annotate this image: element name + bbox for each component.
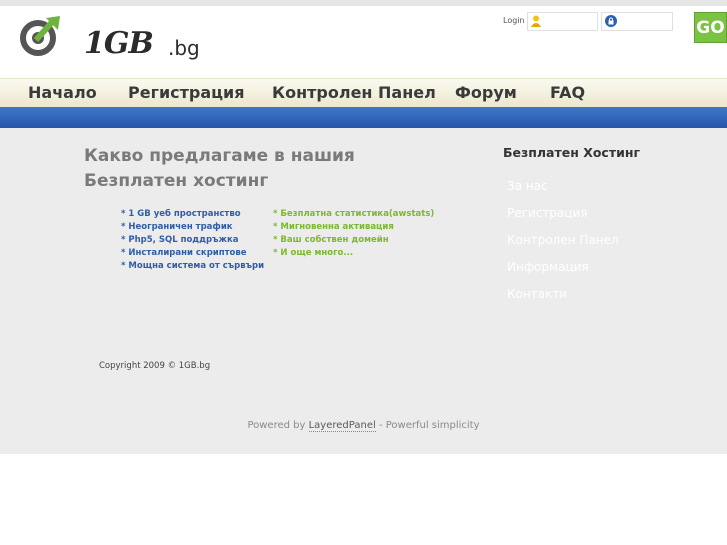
- sidebar-link-control-panel[interactable]: Контролен Панел: [507, 233, 619, 247]
- headline-line-2: Безплатен хостинг: [84, 171, 269, 191]
- feature-item: * 1 GB уеб пространство: [121, 209, 241, 219]
- footer-prefix: Powered by: [247, 420, 306, 431]
- password-field[interactable]: [601, 12, 673, 31]
- headline-line-1: Какво предлагаме в нашия: [84, 146, 355, 166]
- main-content: Какво предлагаме в нашия Безплатен хости…: [0, 128, 727, 454]
- nav-item-faq[interactable]: FAQ: [550, 83, 585, 102]
- site-logo[interactable]: 1GB .bg: [20, 14, 200, 61]
- blue-divider-bar: [0, 107, 727, 128]
- site-header: 1GB .bg Login GO: [0, 6, 727, 78]
- nav-item-control-panel[interactable]: Контролен Панел: [272, 83, 436, 102]
- lock-icon: [605, 15, 617, 27]
- main-nav: Начало Регистрация Контролен Панел Форум…: [0, 78, 727, 107]
- logo-text: 1GB: [84, 26, 154, 61]
- footer-layeredpanel-link[interactable]: LayeredPanel: [308, 420, 376, 432]
- logo-tld: .bg: [168, 36, 200, 60]
- nav-item-home[interactable]: Начало: [28, 83, 97, 102]
- feature-item: * Мощна система от сървъри: [121, 261, 265, 271]
- sidebar-link-contacts[interactable]: Контакти: [507, 287, 567, 301]
- feature-item: * Мигновенна активация: [273, 222, 394, 232]
- feature-item: * Php5, SQL поддръжка: [121, 235, 239, 245]
- sidebar-link-info[interactable]: Информация: [507, 260, 589, 274]
- user-icon: [531, 15, 541, 27]
- feature-item: * Инсталирани скриптове: [121, 248, 247, 258]
- page-footer: Powered by LayeredPanel - Powerful simpl…: [0, 420, 727, 432]
- feature-item: * Ваш собствен домейн: [273, 235, 389, 245]
- login-label: Login: [503, 16, 525, 25]
- features-list-left: * 1 GB уеб пространство * Неограничен тр…: [121, 208, 264, 273]
- nav-item-register[interactable]: Регистрация: [128, 83, 245, 102]
- feature-item: * Неограничен трафик: [121, 222, 233, 232]
- copyright-text: Copyright 2009 © 1GB.bg: [99, 361, 211, 371]
- arrow-circle-icon: [20, 16, 60, 56]
- feature-item: * Безплатна статистика(awstats): [273, 209, 435, 219]
- sidebar-link-about[interactable]: За нас: [507, 179, 548, 193]
- features-list-right: * Безплатна статистика(awstats) * Мигнов…: [273, 208, 434, 260]
- page-headline: Какво предлагаме в нашия Безплатен хости…: [84, 144, 355, 194]
- username-field[interactable]: [527, 12, 598, 31]
- footer-suffix: - Powerful simplicity: [378, 420, 480, 431]
- nav-item-forum[interactable]: Форум: [455, 83, 517, 102]
- go-button[interactable]: GO: [694, 12, 727, 43]
- sidebar-link-register[interactable]: Регистрация: [507, 206, 587, 220]
- feature-item: * И още много...: [273, 248, 354, 258]
- sidebar-title: Безплатен Хостинг: [503, 145, 641, 160]
